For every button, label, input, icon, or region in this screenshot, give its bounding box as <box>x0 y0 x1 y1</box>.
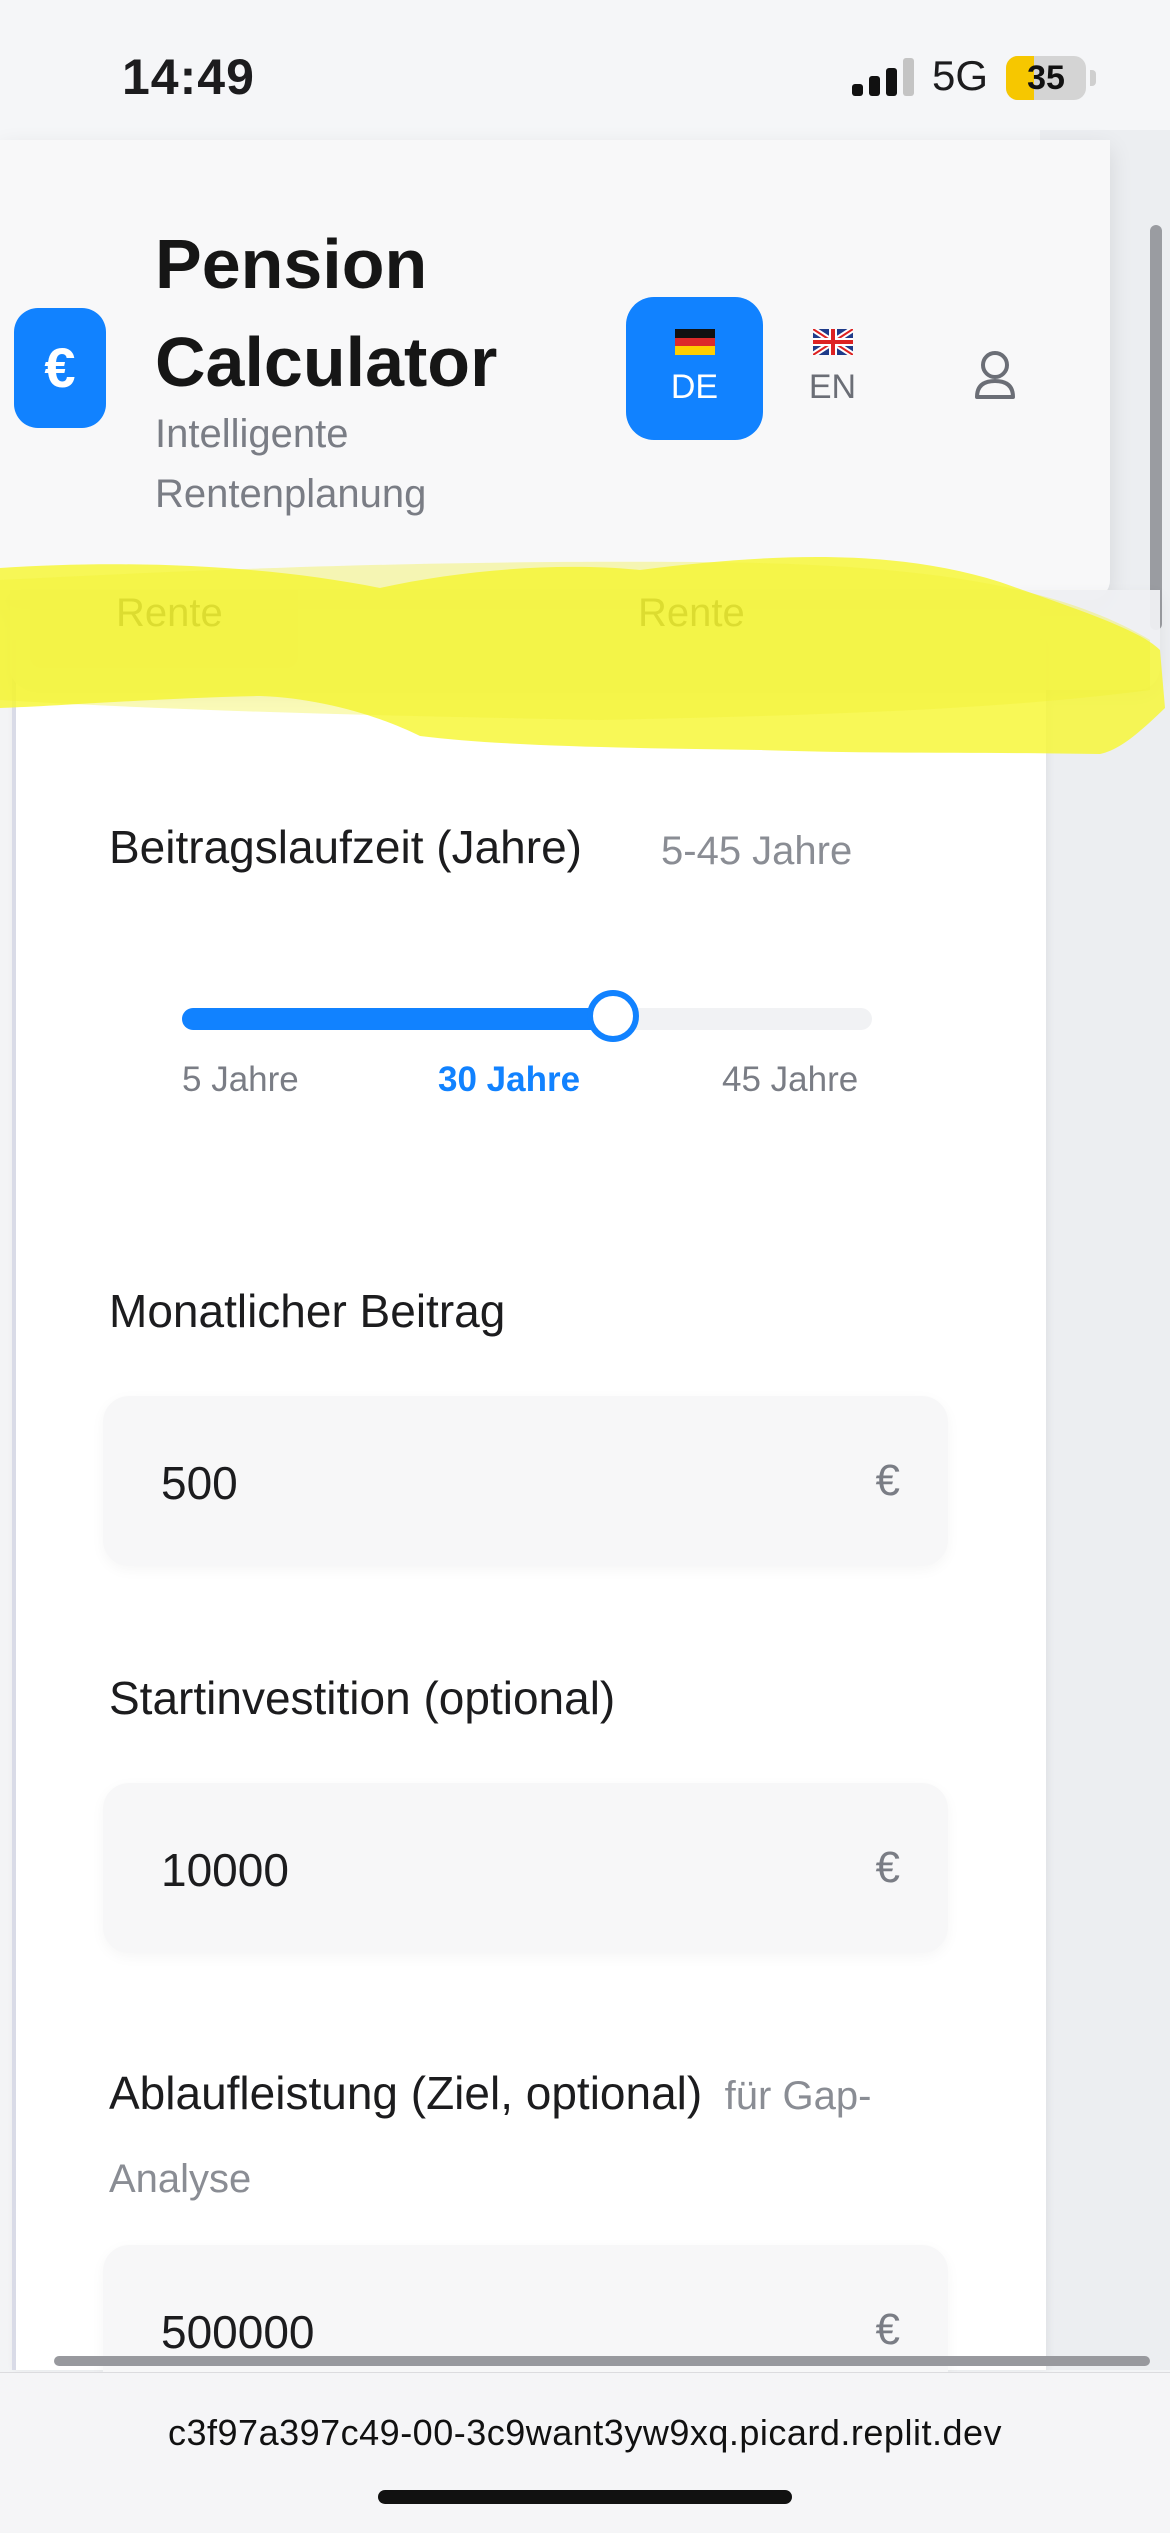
start-investment-input[interactable]: 10000 € <box>103 1783 948 1953</box>
page-title: Pension Calculator <box>155 225 498 401</box>
home-indicator[interactable] <box>378 2490 792 2504</box>
slider-value-label: 30 Jahre <box>438 1060 581 1099</box>
monthly-contribution-label: Monatlicher Beitrag <box>109 1285 506 1337</box>
monthly-contribution-input[interactable]: 500 € <box>103 1396 948 1566</box>
start-investment-label: Startinvestition (optional) <box>109 1672 616 1724</box>
tab-label: Rente <box>638 591 745 635</box>
battery-tip <box>1090 70 1096 86</box>
target-label-block: Ablaufleistung (Ziel, optional) für Gap-… <box>109 2056 929 2225</box>
slider-thumb[interactable] <box>587 990 640 1042</box>
tab-rente-1[interactable]: Rente <box>30 590 298 668</box>
start-investment-value: 10000 <box>161 1844 289 1896</box>
german-flag-icon <box>674 329 715 355</box>
network-type: 5G <box>932 52 989 99</box>
language-de-button[interactable]: DE <box>626 297 763 440</box>
cellular-signal-icon <box>852 58 916 96</box>
tab-label: Rente <box>116 591 223 635</box>
battery-icon: 35 <box>1006 56 1086 100</box>
target-amount-value: 500000 <box>161 2306 315 2358</box>
page-subtitle: Intelligente Rentenplanung <box>155 412 427 516</box>
browser-progress-bar <box>54 2356 1150 2366</box>
url-text[interactable]: c3f97a397c49-00-3c9want3yw9xq.picard.rep… <box>0 2412 1170 2454</box>
slider-fill <box>182 1008 614 1030</box>
target-label: Ablaufleistung (Ziel, optional) <box>109 2067 703 2119</box>
slider-min-label: 5 Jahre <box>182 1060 299 1099</box>
user-icon[interactable] <box>955 335 1035 415</box>
scrollbar[interactable] <box>1150 225 1162 630</box>
euro-icon: € <box>875 1456 900 1505</box>
status-bar: 14:49 5G 35 <box>0 0 1170 150</box>
duration-slider[interactable] <box>182 990 872 1042</box>
language-en-label: EN <box>808 368 857 406</box>
monthly-contribution-value: 500 <box>161 1457 238 1509</box>
battery-percentage: 35 <box>1027 59 1065 97</box>
tab-bar: Rente Rente <box>10 590 1160 690</box>
uk-flag-icon <box>810 326 855 358</box>
language-en-button[interactable]: EN <box>770 297 895 440</box>
tab-rente-2[interactable]: Rente <box>638 590 838 668</box>
euro-icon: € <box>875 1843 900 1892</box>
euro-logo-icon: € <box>14 308 106 428</box>
euro-icon: € <box>875 2305 900 2354</box>
language-de-label: DE <box>670 368 719 406</box>
status-time: 14:49 <box>122 49 255 105</box>
duration-range-hint: 5-45 Jahre <box>661 829 853 873</box>
duration-label: Beitragslaufzeit (Jahre) <box>109 821 582 873</box>
slider-max-label: 45 Jahre <box>722 1060 859 1099</box>
